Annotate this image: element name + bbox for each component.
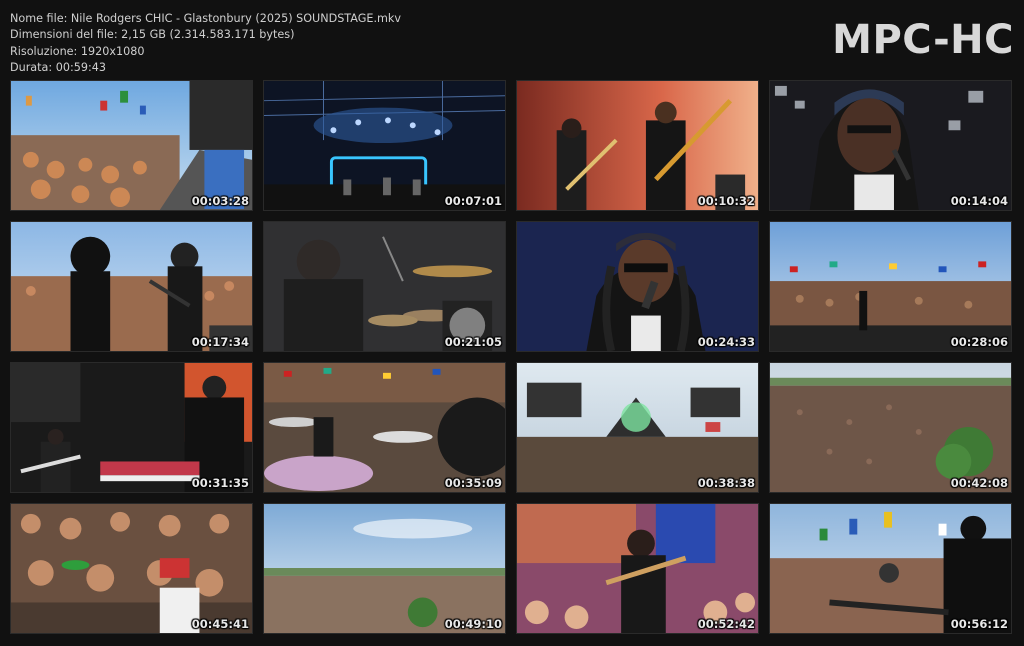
thumbnail-timestamp: 00:21:05 [444,335,502,349]
thumbnail-timestamp: 00:56:12 [950,617,1008,631]
resolution-line: Risoluzione: 1920x1080 [10,44,145,58]
thumbnail-image [770,222,1011,351]
thumbnail-image [770,504,1011,633]
file-size-line: Dimensioni del file: 2,15 GB (2.314.583.… [10,28,295,42]
thumbnail-3: 00:10:32 [516,80,759,211]
thumbnail-image [11,81,252,210]
thumbnail-5: 00:17:34 [10,221,253,352]
thumbnail-timestamp: 00:42:08 [950,476,1008,490]
thumbnail-2: 00:07:01 [263,80,506,211]
thumbnail-timestamp: 00:31:35 [191,476,249,490]
file-info-panel: Nome file: Nile Rodgers CHIC - Glastonbu… [10,11,401,76]
thumbnail-timestamp: 00:38:38 [697,476,755,490]
thumbnail-15: 00:52:42 [516,503,759,634]
thumbnail-image [517,222,758,351]
thumbnail-timestamp: 00:10:32 [697,194,755,208]
thumbnail-10: 00:35:09 [263,362,506,493]
thumbnail-timestamp: 00:24:33 [697,335,755,349]
thumbnail-timestamp: 00:45:41 [191,617,249,631]
thumbnail-13: 00:45:41 [10,503,253,634]
thumbnail-image [11,363,252,492]
mpc-hc-logo: MPC-HC [832,17,1014,63]
thumbnail-image [770,363,1011,492]
thumbnail-image [517,363,758,492]
thumbnail-4: 00:14:04 [769,80,1012,211]
thumbnail-image [517,81,758,210]
thumbnail-image [264,363,505,492]
thumbnail-timestamp: 00:07:01 [444,194,502,208]
thumbnail-timestamp: 00:17:34 [191,335,249,349]
duration-line: Durata: 00:59:43 [10,60,106,74]
thumbnail-timestamp: 00:28:06 [950,335,1008,349]
thumbnail-12: 00:42:08 [769,362,1012,493]
thumbnail-11: 00:38:38 [516,362,759,493]
thumbnail-6: 00:21:05 [263,221,506,352]
thumbnail-9: 00:31:35 [10,362,253,493]
thumbnail-image [264,81,505,210]
thumbnail-timestamp: 00:35:09 [444,476,502,490]
thumbnail-image [264,504,505,633]
thumbnail-image [11,504,252,633]
thumbnail-image [770,81,1011,210]
thumbnail-image [11,222,252,351]
thumbnail-16: 00:56:12 [769,503,1012,634]
thumbnail-8: 00:28:06 [769,221,1012,352]
thumbnail-image [264,222,505,351]
file-name-line: Nome file: Nile Rodgers CHIC - Glastonbu… [10,12,402,25]
thumbnail-1: 00:03:28 [10,80,253,211]
thumbnail-image [517,504,758,633]
thumbnail-7: 00:24:33 [516,221,759,352]
thumbnail-14: 00:49:10 [263,503,506,634]
thumbnail-timestamp: 00:14:04 [950,194,1008,208]
thumbnail-grid: 00:03:28 00:07:01 00:10:32 00:14:04 00:1… [10,80,1013,636]
thumbnail-timestamp: 00:03:28 [191,194,249,208]
thumbnail-timestamp: 00:52:42 [697,617,755,631]
thumbnail-timestamp: 00:49:10 [444,617,502,631]
